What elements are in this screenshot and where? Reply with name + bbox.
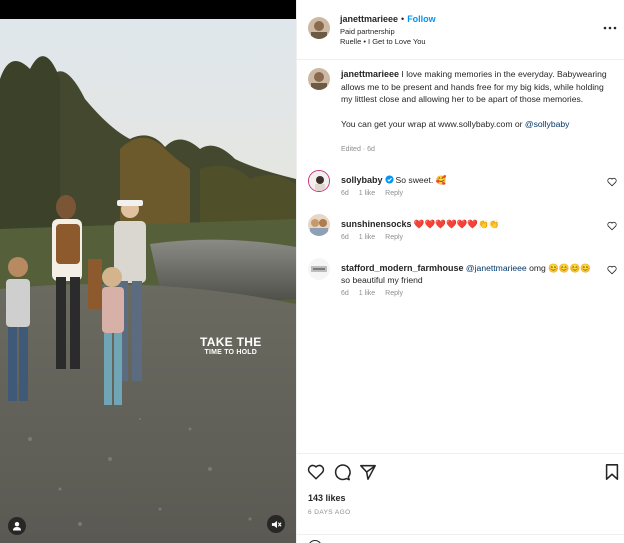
overlay-line-1: TAKE THE	[200, 335, 262, 349]
author-avatar[interactable]	[308, 17, 330, 39]
commenter-username[interactable]: sollybaby	[341, 175, 383, 185]
bookmark-icon[interactable]	[603, 463, 621, 481]
header-line: janettmarieee • Follow	[340, 14, 436, 24]
reply-button[interactable]: Reply	[385, 290, 403, 297]
tagged-users-button[interactable]	[8, 517, 26, 535]
comment-age: 6d	[341, 290, 349, 297]
commenter-avatar[interactable]	[308, 214, 330, 236]
media-top-bar	[0, 0, 296, 19]
mute-button[interactable]	[267, 515, 285, 533]
caption-mention-link[interactable]: @sollybaby	[525, 119, 570, 129]
mute-icon	[271, 520, 282, 528]
comment-body: ❤️❤️❤️❤️❤️❤️👏👏	[413, 219, 500, 229]
video-overlay-text: TAKE THE TIME TO HOLD	[200, 336, 262, 356]
post-header: janettmarieee • Follow Paid partnership Ru…	[297, 0, 624, 60]
comment-meta: 6d 1 like Reply	[341, 290, 413, 297]
caption-avatar[interactable]	[308, 68, 330, 90]
like-heart-icon[interactable]	[307, 463, 325, 481]
comment-likes[interactable]: 1 like	[359, 190, 375, 197]
verified-icon	[384, 175, 394, 184]
separator-dot: •	[401, 14, 405, 24]
overlay-line-2: TIME TO HOLD	[204, 349, 257, 356]
heart-icon[interactable]	[607, 265, 617, 275]
likes-count[interactable]: 143 likes	[308, 493, 346, 503]
comment-body: So sweet. 🥰	[395, 175, 447, 185]
commenter-username[interactable]: sunshinensocks	[341, 219, 412, 229]
commenter-avatar[interactable]	[308, 258, 330, 280]
comment-meta: 6d 1 like Reply	[341, 190, 413, 197]
comment-age: 6d	[341, 234, 349, 241]
caption-username[interactable]: janettmarieee	[341, 69, 399, 79]
paid-partnership-label[interactable]: Paid partnership	[340, 27, 395, 36]
comment-mention[interactable]: @janettmarieee	[466, 263, 527, 273]
video-frame	[0, 19, 296, 543]
add-comment-row[interactable]	[297, 534, 624, 543]
post-actions: 143 likes 6 DAYS AGO	[297, 453, 624, 543]
commenter-username[interactable]: stafford_modern_farmhouse	[341, 263, 464, 273]
user-tag-icon	[13, 522, 21, 531]
caption-meta: Edited · 6d	[341, 146, 375, 153]
heart-icon[interactable]	[607, 177, 617, 187]
reply-button[interactable]: Reply	[385, 234, 403, 241]
comment-meta: 6d 1 like Reply	[341, 234, 413, 241]
more-icon[interactable]	[603, 24, 617, 32]
audio-track-link[interactable]: Ruelle • I Get to Love You	[340, 37, 426, 46]
share-icon[interactable]	[359, 463, 377, 481]
caption-text: janettmarieee I love making memories in …	[341, 68, 616, 131]
comment-likes[interactable]: 1 like	[359, 234, 375, 241]
post-timestamp: 6 DAYS AGO	[308, 509, 351, 516]
comment-text: sollybaby So sweet. 🥰	[341, 174, 599, 186]
comment-likes[interactable]: 1 like	[359, 290, 375, 297]
comment-age: 6d	[341, 190, 349, 197]
caption-second-text: You can get your wrap at www.sollybaby.c…	[341, 119, 525, 130]
comment-icon[interactable]	[333, 463, 351, 481]
commenter-avatar[interactable]	[308, 170, 330, 192]
comment-text: stafford_modern_farmhouse @janettmarieee…	[341, 262, 599, 286]
post-side-panel: janettmarieee • Follow Paid partnership Ru…	[296, 0, 624, 543]
follow-button[interactable]: Follow	[407, 14, 436, 24]
comment-text: sunshinensocks ❤️❤️❤️❤️❤️❤️👏👏	[341, 218, 599, 230]
author-username[interactable]: janettmarieee	[340, 14, 398, 24]
heart-icon[interactable]	[607, 221, 617, 231]
post-media[interactable]: TAKE THE TIME TO HOLD	[0, 0, 296, 543]
reply-button[interactable]: Reply	[385, 190, 403, 197]
